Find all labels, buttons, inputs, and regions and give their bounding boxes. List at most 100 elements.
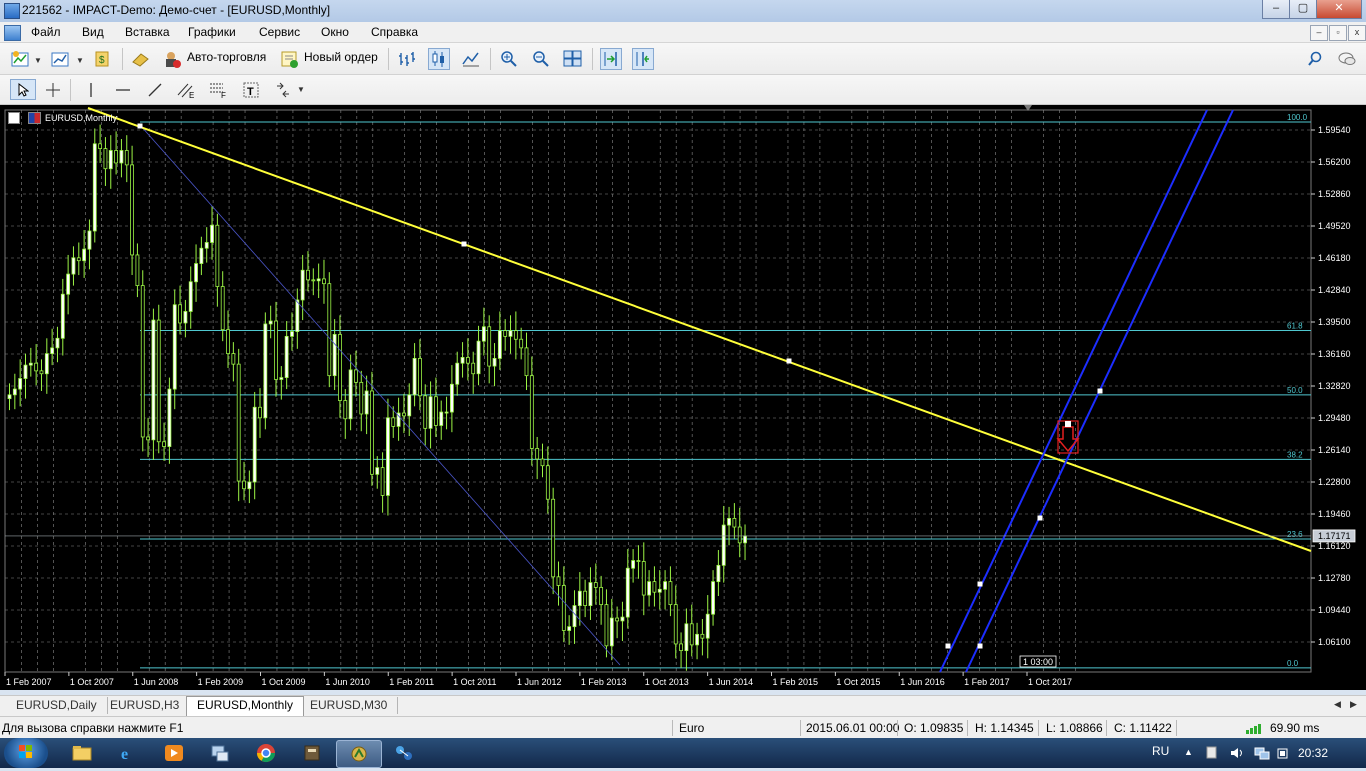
volume-icon[interactable] [1230, 746, 1244, 760]
line-chart-icon[interactable] [460, 48, 482, 70]
language-indicator[interactable]: RU [1152, 744, 1169, 758]
price-chart[interactable]: 100.0 61.8 50.0 38.2 23.6 0.0 1.59540 1.56200 1… [0, 105, 1366, 690]
candle-body [108, 150, 113, 170]
candle-body [471, 362, 476, 375]
close-button[interactable]: ✕ [1316, 0, 1362, 19]
menu-insert[interactable]: Вставка [118, 24, 177, 40]
document-icon[interactable] [4, 25, 21, 41]
connection-icon[interactable] [1246, 723, 1266, 734]
candle-body [497, 330, 502, 359]
candle-body [663, 581, 667, 590]
chevron-down-icon[interactable]: ▼ [34, 56, 42, 65]
candle-body [668, 581, 673, 606]
auto-trading-button[interactable]: Авто-торговля [187, 50, 266, 64]
menu-tools[interactable]: Сервис [252, 24, 307, 40]
tile-windows-icon[interactable] [562, 48, 584, 70]
child-minimize-button[interactable]: – [1310, 25, 1328, 41]
child-restore-button[interactable]: ▫ [1329, 25, 1347, 41]
start-button[interactable] [4, 738, 48, 768]
new-order-button[interactable]: Новый ордер [304, 50, 378, 64]
cursor-icon[interactable] [10, 79, 36, 100]
candle-body [380, 467, 385, 496]
tab-eurusd-daily[interactable]: EURUSD,Daily [6, 697, 108, 714]
bar-chart-icon[interactable] [396, 48, 418, 70]
tab-scroll-right-icon[interactable]: ▶ [1350, 699, 1357, 710]
tray-flag-icon[interactable] [1206, 746, 1218, 760]
zoom-out-icon[interactable] [530, 48, 552, 70]
candle-body [252, 406, 257, 483]
profiles-icon[interactable] [50, 48, 72, 70]
candle-body [130, 164, 134, 256]
internet-explorer-icon[interactable]: e [106, 740, 150, 766]
window-title: 221562 - IMPACT-Demo: Демо-счет - [EURUS… [22, 3, 331, 17]
minimize-button[interactable]: – [1262, 0, 1290, 19]
trendline-icon[interactable] [144, 79, 166, 100]
auto-trading-icon[interactable] [161, 48, 183, 70]
menu-file[interactable]: Файл [24, 24, 68, 40]
candle-body [34, 362, 39, 372]
child-close-button[interactable]: x [1348, 25, 1366, 41]
price-label: 1.12780 [1318, 573, 1351, 583]
candle-body [60, 293, 65, 339]
candle-body [577, 590, 582, 606]
arrows-icon[interactable] [272, 79, 294, 100]
tab-eurusd-monthly[interactable]: EURUSD,Monthly [186, 696, 305, 716]
chevron-down-icon[interactable]: ▼ [76, 56, 84, 65]
network-app-icon[interactable] [382, 740, 426, 766]
menu-window[interactable]: Окно [314, 24, 356, 40]
equidistant-channel-icon[interactable]: E [176, 79, 198, 100]
zoom-in-icon[interactable] [498, 48, 520, 70]
menu-help[interactable]: Справка [364, 24, 425, 40]
chat-icon[interactable] [1336, 48, 1358, 70]
fibonacci-retracement-icon[interactable]: F [208, 79, 230, 100]
chart-shift-icon[interactable] [632, 48, 654, 70]
price-label: 1.49520 [1318, 221, 1351, 231]
vertical-line-icon[interactable] [80, 79, 102, 100]
time-marker-label: 1 03:00 [1023, 657, 1053, 667]
explorer-icon[interactable] [60, 740, 104, 766]
channel-anchor [1097, 388, 1103, 394]
candle-body [215, 224, 220, 287]
candle-body [183, 311, 188, 324]
battery-icon[interactable] [1276, 746, 1290, 760]
tab-scroll-left-icon[interactable]: ◀ [1334, 699, 1341, 710]
metatrader-taskbar-icon[interactable] [336, 740, 382, 768]
text-label-icon[interactable]: T [240, 79, 262, 100]
candle-body [540, 458, 545, 467]
candle-body [455, 362, 460, 385]
new-order-icon[interactable] [279, 48, 301, 70]
auto-scroll-icon[interactable] [600, 48, 622, 70]
menu-charts[interactable]: Графики [181, 24, 243, 40]
candle-body [263, 323, 268, 419]
navigator-icon[interactable] [130, 48, 152, 70]
tab-eurusd-h3[interactable]: EURUSD,H3 [100, 697, 191, 714]
candle-body [114, 150, 118, 164]
tray-expand-icon[interactable]: ▲ [1184, 747, 1193, 757]
clock[interactable]: 20:32 [1298, 746, 1328, 760]
chart-tabs: EURUSD,Daily EURUSD,H3 EURUSD,Monthly EU… [0, 695, 1366, 716]
new-chart-icon[interactable] [10, 48, 32, 70]
book-icon[interactable] [290, 740, 334, 766]
crosshair-icon[interactable] [42, 79, 64, 100]
search-icon[interactable] [1304, 48, 1326, 70]
candle-body [23, 364, 28, 379]
chart-shift-marker[interactable] [1024, 105, 1032, 111]
market-watch-icon[interactable]: $ [92, 48, 114, 70]
horizontal-line-icon[interactable] [112, 79, 134, 100]
chrome-icon[interactable] [244, 740, 288, 766]
status-low: L: 1.08866 [1046, 721, 1103, 735]
tools-icon[interactable] [198, 740, 242, 766]
tab-eurusd-m30[interactable]: EURUSD,M30 [300, 697, 399, 714]
network-icon[interactable] [1254, 746, 1270, 760]
chevron-down-icon[interactable]: ▼ [297, 85, 305, 94]
candle-body [689, 623, 694, 646]
date-label: 1 Feb 2013 [581, 677, 627, 687]
title-bar: 221562 - IMPACT-Demo: Демо-счет - [EURUS… [0, 0, 1366, 23]
media-player-icon[interactable] [152, 740, 196, 766]
candle-body [18, 378, 23, 390]
candle-body [274, 320, 278, 380]
maximize-button[interactable]: ▢ [1289, 0, 1317, 19]
chart-window[interactable]: 100.0 61.8 50.0 38.2 23.6 0.0 1.59540 1.56200 1… [0, 105, 1366, 690]
candlestick-chart-icon[interactable] [428, 48, 450, 70]
menu-view[interactable]: Вид [75, 24, 111, 40]
